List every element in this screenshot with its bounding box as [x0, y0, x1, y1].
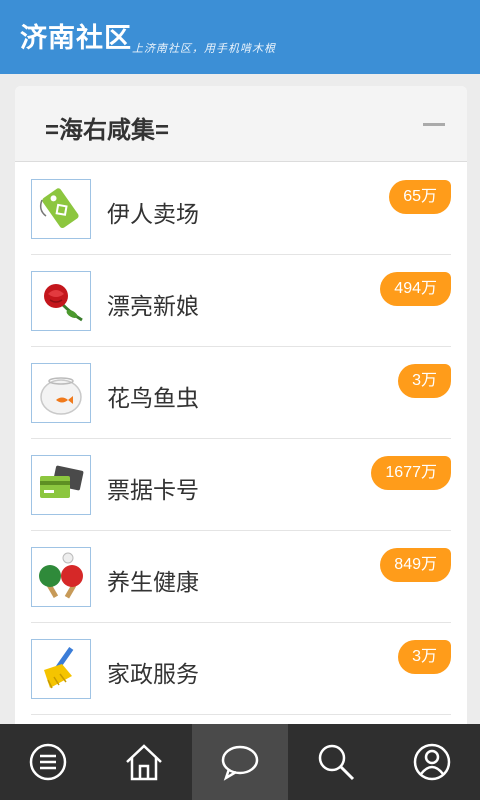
- item-label: 漂亮新娘: [107, 293, 199, 319]
- bottom-tab-bar: [0, 724, 480, 800]
- list-item[interactable]: 家政服务 3万: [15, 623, 467, 715]
- list-item[interactable]: 养生健康 849万: [15, 531, 467, 623]
- app-tagline: 上济南社区，用手机啃木根: [132, 42, 276, 55]
- count-badge: 65万: [389, 180, 451, 214]
- list-item[interactable]: 票据卡号 1677万: [15, 439, 467, 531]
- rose-icon: [31, 271, 91, 331]
- minus-icon[interactable]: [419, 112, 449, 136]
- home-icon: [126, 744, 162, 781]
- list-item[interactable]: 花鸟鱼虫 3万: [15, 347, 467, 439]
- app-title: 济南社区: [20, 23, 132, 53]
- count-badge: 849万: [380, 548, 451, 582]
- item-label: 家政服务: [107, 661, 199, 687]
- item-label: 伊人卖场: [107, 201, 199, 227]
- list-item[interactable]: 伊人卖场 65万: [15, 163, 467, 255]
- count-badge: 3万: [398, 640, 451, 674]
- broom-icon: [31, 639, 91, 699]
- section-card: =海右咸集= 伊人卖场 65万 漂亮新娘 494万 花鸟鱼虫 3万 票据卡号 1…: [15, 86, 467, 766]
- section-title: =海右咸集=: [45, 117, 170, 144]
- tab-user[interactable]: [384, 724, 480, 800]
- shopping-tag-icon: [31, 179, 91, 239]
- item-label: 票据卡号: [107, 477, 199, 503]
- search-icon: [318, 744, 355, 781]
- count-badge: 1677万: [371, 456, 451, 490]
- section-header[interactable]: =海右咸集=: [15, 86, 467, 162]
- cards-icon: [31, 455, 91, 515]
- count-badge: 494万: [380, 272, 451, 306]
- menu-icon: [29, 743, 67, 781]
- ping-pong-icon: [31, 547, 91, 607]
- tab-chat[interactable]: [192, 724, 288, 800]
- fishbowl-icon: [31, 363, 91, 423]
- chat-bubble-icon: [221, 745, 259, 781]
- category-list: 伊人卖场 65万 漂亮新娘 494万 花鸟鱼虫 3万 票据卡号 1677万 养生…: [15, 163, 467, 715]
- user-icon: [413, 743, 451, 781]
- list-item[interactable]: 漂亮新娘 494万: [15, 255, 467, 347]
- item-label: 养生健康: [107, 569, 199, 595]
- tab-search[interactable]: [288, 724, 384, 800]
- count-badge: 3万: [398, 364, 451, 398]
- tab-home[interactable]: [96, 724, 192, 800]
- tab-menu[interactable]: [0, 724, 96, 800]
- item-label: 花鸟鱼虫: [107, 385, 199, 411]
- app-header: 济南社区 上济南社区，用手机啃木根: [0, 0, 480, 74]
